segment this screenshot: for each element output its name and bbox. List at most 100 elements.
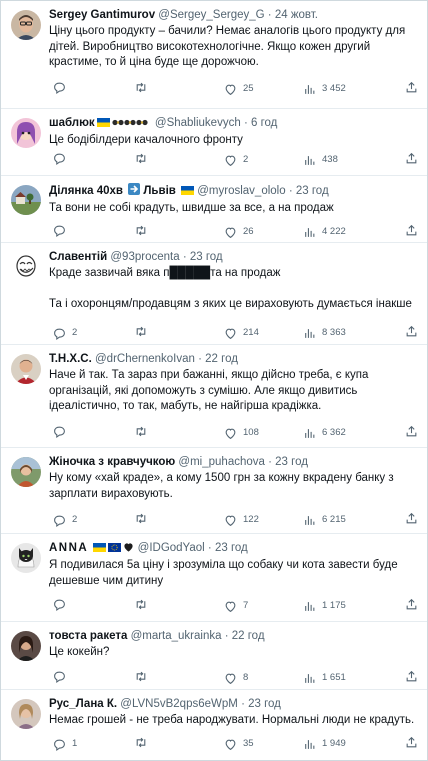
author-name[interactable]: Sergey Gantimurov — [49, 9, 155, 21]
author-handle[interactable]: @Sergey_Sergey_G — [158, 9, 264, 21]
author-name[interactable]: Рус_Лана К. — [49, 698, 117, 710]
avatar[interactable] — [11, 457, 41, 487]
retweet-button[interactable] — [134, 325, 154, 338]
author-handle[interactable]: @IDGodYaol — [138, 542, 205, 554]
author-name[interactable]: ANNA — [49, 542, 88, 554]
views-button[interactable]: 3 452 — [303, 81, 346, 97]
avatar[interactable] — [11, 631, 41, 661]
timestamp[interactable]: 23 год — [190, 251, 223, 263]
views-icon — [305, 515, 315, 525]
share-button[interactable] — [405, 512, 418, 525]
heart-icon — [225, 155, 236, 166]
tweet[interactable]: Ділянка 40хв Львів @myroslav_ololo · 23 … — [1, 176, 427, 243]
avatar[interactable] — [11, 185, 41, 215]
timestamp[interactable]: 23 год — [215, 542, 248, 554]
views-button[interactable]: 6 215 — [303, 512, 346, 528]
views-button[interactable]: 4 222 — [303, 224, 346, 240]
timestamp[interactable]: 22 год — [205, 353, 238, 365]
share-button[interactable] — [405, 224, 418, 237]
avatar[interactable] — [11, 543, 41, 573]
timestamp[interactable]: 23 год — [248, 698, 281, 710]
tweet[interactable]: ANNA @IDGodYaol · 23 год Я подивилася 5а… — [1, 534, 427, 622]
view-count: 1 949 — [322, 738, 346, 749]
avatar[interactable] — [11, 10, 41, 40]
author-handle[interactable]: @Shabliukevych — [155, 117, 241, 129]
author-handle[interactable]: @drChernenkoIvan — [95, 353, 195, 365]
like-button[interactable]: 35 — [224, 736, 254, 752]
author-name-suffix[interactable]: Львів — [143, 185, 175, 197]
retweet-icon — [136, 671, 146, 682]
retweet-icon — [136, 153, 146, 164]
reply-button[interactable] — [53, 224, 72, 237]
tweet[interactable]: товста ракета @marta_ukrainka · 22 год Ц… — [1, 622, 427, 690]
share-button[interactable] — [405, 325, 418, 338]
timestamp[interactable]: 23 год — [275, 456, 308, 468]
like-button[interactable]: 2 — [224, 152, 248, 168]
author-name[interactable]: товста ракета — [49, 630, 127, 642]
like-button[interactable]: 8 — [224, 670, 248, 686]
like-button[interactable]: 214 — [224, 325, 259, 341]
author-name[interactable]: Т.Н.Х.С. — [49, 353, 92, 365]
reply-button[interactable]: 2 — [53, 512, 77, 528]
author-handle[interactable]: @myroslav_ololo — [197, 185, 285, 197]
retweet-button[interactable] — [134, 81, 154, 94]
avatar[interactable] — [11, 699, 41, 729]
share-button[interactable] — [405, 425, 418, 438]
timestamp[interactable]: 24 жовт. — [275, 9, 318, 21]
reply-button[interactable]: 2 — [53, 325, 77, 341]
views-button[interactable]: 6 362 — [303, 425, 346, 441]
like-button[interactable]: 108 — [224, 425, 259, 441]
like-button[interactable]: 7 — [224, 598, 248, 614]
heart-icon — [225, 739, 236, 750]
tweet[interactable]: Sergey Gantimurov @Sergey_Sergey_G · 24 … — [1, 1, 427, 109]
share-button[interactable] — [405, 81, 418, 94]
retweet-button[interactable] — [134, 224, 154, 237]
share-button[interactable] — [405, 736, 418, 749]
retweet-button[interactable] — [134, 152, 154, 165]
reply-button[interactable] — [53, 598, 72, 611]
reply-button[interactable] — [53, 670, 72, 683]
timestamp[interactable]: 6 год — [251, 117, 277, 129]
like-count: 8 — [243, 672, 249, 683]
timestamp[interactable]: 22 год — [232, 630, 265, 642]
author-handle[interactable]: @mi_puhachova — [178, 456, 264, 468]
avatar[interactable] — [11, 354, 41, 384]
retweet-button[interactable] — [134, 425, 154, 438]
reply-button[interactable]: 1 — [53, 736, 77, 752]
views-button[interactable]: 1 651 — [303, 670, 346, 686]
retweet-button[interactable] — [134, 670, 154, 683]
reply-button[interactable] — [53, 425, 72, 438]
retweet-button[interactable] — [134, 598, 154, 611]
like-button[interactable]: 122 — [224, 512, 259, 528]
author-handle[interactable]: @LVN5vB2qps6eWpM — [120, 698, 238, 710]
retweet-button[interactable] — [134, 736, 154, 749]
reply-button[interactable] — [53, 152, 72, 165]
tweet[interactable]: шаблюк @Shabliukevych · 6 год Це бодібіл… — [1, 109, 427, 176]
views-button[interactable]: 438 — [303, 152, 338, 168]
tweet[interactable]: Т.Н.Х.С. @drChernenkoIvan · 22 год Наче … — [1, 345, 427, 448]
tweet[interactable]: Рус_Лана К. @LVN5vB2qps6eWpM · 23 год Не… — [1, 690, 427, 760]
like-button[interactable]: 26 — [224, 224, 254, 240]
views-button[interactable]: 8 363 — [303, 325, 346, 341]
author-handle[interactable]: @marta_ukrainka — [131, 630, 222, 642]
tweet[interactable]: Славентій @93procenta · 23 год Краде заз… — [1, 243, 427, 345]
views-button[interactable]: 1 175 — [303, 598, 346, 614]
author-name[interactable]: Жіночка з кравчучкою — [49, 456, 175, 468]
share-button[interactable] — [405, 152, 418, 165]
author-name[interactable]: Славентій — [49, 251, 107, 263]
tweet[interactable]: Жіночка з кравчучкою @mi_puhachova · 23 … — [1, 448, 427, 534]
author-name[interactable]: Ділянка 40хв — [49, 185, 123, 197]
reply-icon — [54, 82, 65, 94]
timestamp[interactable]: 23 год — [296, 185, 329, 197]
author-name[interactable]: шаблюк — [49, 117, 95, 129]
like-button[interactable]: 25 — [224, 81, 254, 97]
share-button[interactable] — [405, 598, 418, 611]
share-button[interactable] — [405, 670, 418, 683]
avatar[interactable] — [11, 118, 41, 148]
views-button[interactable]: 1 949 — [303, 736, 346, 752]
author-handle[interactable]: @93procenta — [110, 251, 179, 263]
avatar[interactable] — [11, 252, 41, 282]
reply-button[interactable] — [53, 81, 72, 94]
retweet-button[interactable] — [134, 512, 154, 525]
action-bar: 108 6 362 — [49, 425, 419, 441]
